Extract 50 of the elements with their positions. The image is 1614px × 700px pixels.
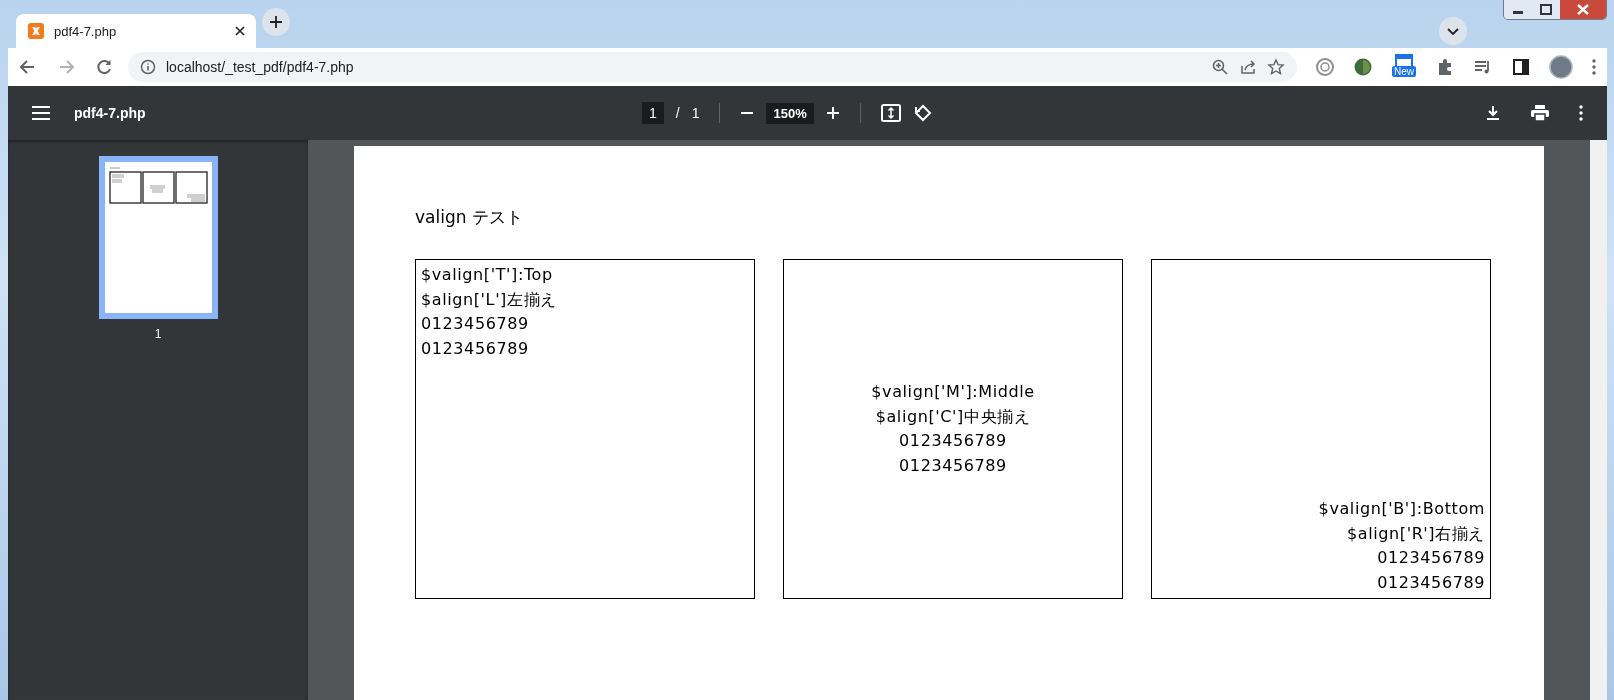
dropdown-icon[interactable] (1439, 17, 1467, 45)
cell-text-line: 0123456789 (1376, 571, 1485, 594)
close-icon[interactable] (234, 25, 246, 37)
page-heading: valign テスト (415, 206, 523, 229)
new-badge: New (1392, 66, 1416, 77)
reload-icon[interactable] (94, 57, 114, 77)
extension-icon[interactable] (1315, 57, 1335, 77)
cell-text-line: $align['C']中央揃え (874, 405, 1032, 428)
cell-text-line: $align['L']左揃え (421, 288, 558, 311)
menu-icon[interactable] (32, 106, 50, 120)
minimize-icon[interactable] (1504, 0, 1532, 19)
print-icon[interactable] (1531, 105, 1549, 121)
cell-text-line: $align['R']右揃え (1346, 522, 1485, 545)
page-separator: / (675, 105, 680, 121)
more-icon[interactable] (1579, 105, 1583, 121)
avatar-icon[interactable] (1549, 55, 1573, 79)
info-icon[interactable] (140, 59, 156, 75)
maximize-icon[interactable] (1532, 0, 1560, 19)
zoom-icon[interactable] (1211, 58, 1229, 76)
page-count: 1 (691, 105, 700, 121)
new-tab-icon[interactable] (262, 8, 290, 36)
url-text: localhost/_test_pdf/pdf4-7.php (166, 59, 355, 75)
logo-icon (28, 23, 44, 39)
more-icon[interactable] (1591, 58, 1597, 76)
cell-text-line: 0123456789 (898, 430, 1008, 452)
extension-icon[interactable] (1353, 57, 1373, 77)
browser-tab[interactable]: pdf4-7.php (16, 14, 256, 48)
thumbnail-label: 1 (154, 327, 162, 341)
download-icon[interactable] (1485, 105, 1501, 121)
cell-text-line: $valign['T']:Top (421, 264, 554, 286)
page-thumbnail[interactable] (98, 156, 218, 319)
zoom-in-icon[interactable] (825, 106, 840, 120)
cell-text-line: $valign['B']:Bottom (1317, 498, 1485, 520)
page-number-field[interactable]: 1 (642, 102, 664, 124)
scrollbar[interactable] (1590, 140, 1607, 700)
side-panel-icon[interactable] (1511, 57, 1531, 77)
cell-text-line: 0123456789 (1376, 547, 1485, 569)
document-title: pdf4-7.php (74, 105, 146, 121)
cell-text-line: 0123456789 (421, 337, 530, 360)
share-icon[interactable] (1239, 58, 1257, 76)
fit-page-icon[interactable] (880, 104, 901, 122)
cell-text-line: 0123456789 (898, 454, 1008, 477)
rotate-icon[interactable] (912, 103, 933, 123)
star-icon[interactable] (1267, 58, 1285, 76)
address-bar[interactable]: localhost/_test_pdf/pdf4-7.php (128, 52, 1297, 82)
cell-text-line: 0123456789 (421, 313, 530, 335)
zoom-field[interactable]: 150% (766, 102, 814, 124)
tab-title: pdf4-7.php (54, 23, 118, 39)
extension-button[interactable]: New (1391, 54, 1417, 80)
cell-text-line: $valign['M']:Middle (870, 381, 1036, 403)
